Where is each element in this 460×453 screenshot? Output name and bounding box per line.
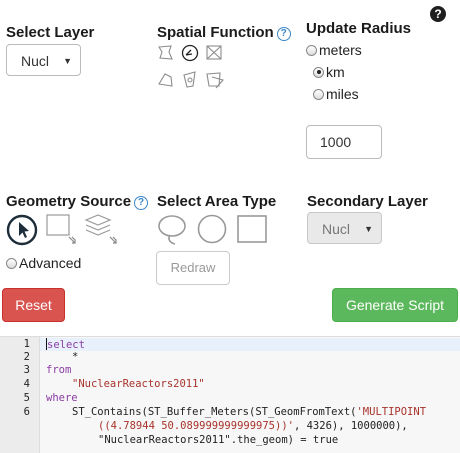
pointer-tool-icon[interactable] bbox=[6, 214, 38, 246]
lasso-icon[interactable] bbox=[158, 215, 186, 245]
secondary-layer-label: Secondary Layer bbox=[307, 193, 428, 210]
select-layer-label: Select Layer bbox=[6, 24, 95, 41]
code-line: select bbox=[46, 338, 85, 351]
chevron-down-icon: ▼ bbox=[364, 224, 373, 234]
radio-meters-label: meters bbox=[319, 42, 362, 58]
within-icon[interactable] bbox=[183, 71, 196, 88]
line-number: 4 bbox=[23, 378, 30, 390]
sql-keyword: select bbox=[47, 339, 85, 351]
sql-identifier: "NuclearReactors2011" bbox=[72, 378, 205, 390]
geometry-source-label: Geometry Source? bbox=[6, 193, 149, 210]
touches-icon[interactable] bbox=[158, 73, 173, 87]
layers-tool-icon[interactable] bbox=[84, 214, 117, 244]
radio-km-label: km bbox=[326, 64, 345, 80]
advanced-label: Advanced bbox=[19, 255, 82, 271]
radius-input[interactable]: 1000 bbox=[306, 125, 382, 159]
line-number: 3 bbox=[23, 364, 30, 376]
sql-keyword: where bbox=[46, 392, 78, 404]
reset-button[interactable]: Reset bbox=[2, 288, 65, 322]
secondary-layer-dropdown[interactable]: Nucl ▼ bbox=[307, 212, 382, 244]
redraw-button[interactable]: Redraw bbox=[156, 251, 230, 285]
code-line-wrap: ((4.78944 50.089999999999975))', 4326), … bbox=[98, 420, 408, 432]
sql-condition: "NuclearReactors2011".the_geom) = true bbox=[98, 434, 339, 446]
update-radius-label: Update Radius bbox=[306, 20, 412, 37]
draw-rectangle-icon[interactable] bbox=[46, 214, 76, 244]
generate-script-button[interactable]: Generate Script bbox=[332, 288, 458, 322]
line-number: 1 bbox=[23, 338, 30, 350]
code-line: "NuclearReactors2011" bbox=[72, 378, 205, 390]
code-line: * bbox=[72, 351, 79, 363]
line-number: 6 bbox=[23, 406, 30, 418]
radius-option-meters[interactable]: meters bbox=[306, 42, 362, 58]
code-line: where bbox=[46, 392, 78, 404]
code-line: ST_Contains(ST_Buffer_Meters(ST_GeomFrom… bbox=[72, 406, 426, 418]
advanced-option[interactable]: Advanced bbox=[6, 255, 81, 271]
help-icon[interactable]: ? bbox=[134, 196, 149, 210]
select-layer-value: Nucl bbox=[21, 53, 50, 69]
sql-args: , 4326), 1000000), bbox=[293, 420, 408, 432]
overlaps-icon[interactable] bbox=[206, 72, 224, 89]
spatial-function-text: Spatial Function bbox=[157, 24, 274, 41]
select-layer-dropdown[interactable]: Nucl ▼ bbox=[6, 44, 81, 76]
secondary-layer-value: Nucl bbox=[322, 221, 351, 237]
area-type-icons bbox=[157, 213, 272, 247]
help-icon[interactable]: ? bbox=[430, 6, 446, 22]
line-number: 2 bbox=[23, 351, 30, 363]
line-number: 5 bbox=[23, 392, 30, 404]
active-line-highlight bbox=[40, 338, 460, 351]
geometry-source-text: Geometry Source bbox=[6, 193, 132, 210]
sql-keyword: from bbox=[46, 364, 72, 376]
contains-icon[interactable] bbox=[181, 44, 199, 62]
sql-function: ST_Contains(ST_Buffer_Meters(ST_GeomFrom… bbox=[72, 406, 357, 418]
radio-miles[interactable] bbox=[313, 88, 324, 100]
radio-advanced[interactable] bbox=[6, 257, 17, 269]
help-icon[interactable]: ? bbox=[276, 27, 291, 41]
radio-km[interactable] bbox=[313, 66, 324, 78]
radius-option-miles[interactable]: miles bbox=[313, 86, 359, 102]
circle-area-icon[interactable] bbox=[197, 214, 227, 244]
geometry-source-icons bbox=[6, 212, 126, 248]
code-line: from bbox=[46, 364, 71, 376]
crosses-icon[interactable] bbox=[206, 45, 222, 60]
spatial-function-icon-grid bbox=[157, 44, 227, 92]
rectangle-area-icon[interactable] bbox=[237, 215, 267, 243]
spatial-function-label: Spatial Function? bbox=[157, 24, 291, 41]
sql-code-editor[interactable]: 1 2 3 4 5 6 select * from "NuclearReacto… bbox=[0, 336, 460, 453]
select-area-type-label: Select Area Type bbox=[157, 193, 277, 210]
sql-string: 'MULTIPOINT bbox=[356, 406, 427, 418]
radio-miles-label: miles bbox=[326, 86, 359, 102]
code-line-wrap: "NuclearReactors2011".the_geom) = true bbox=[98, 434, 338, 446]
chevron-down-icon: ▼ bbox=[63, 56, 72, 66]
radius-option-km[interactable]: km bbox=[313, 64, 345, 80]
radio-meters[interactable] bbox=[306, 44, 317, 56]
intersects-icon[interactable] bbox=[158, 45, 173, 60]
sql-string: ((4.78944 50.089999999999975))' bbox=[98, 420, 294, 432]
